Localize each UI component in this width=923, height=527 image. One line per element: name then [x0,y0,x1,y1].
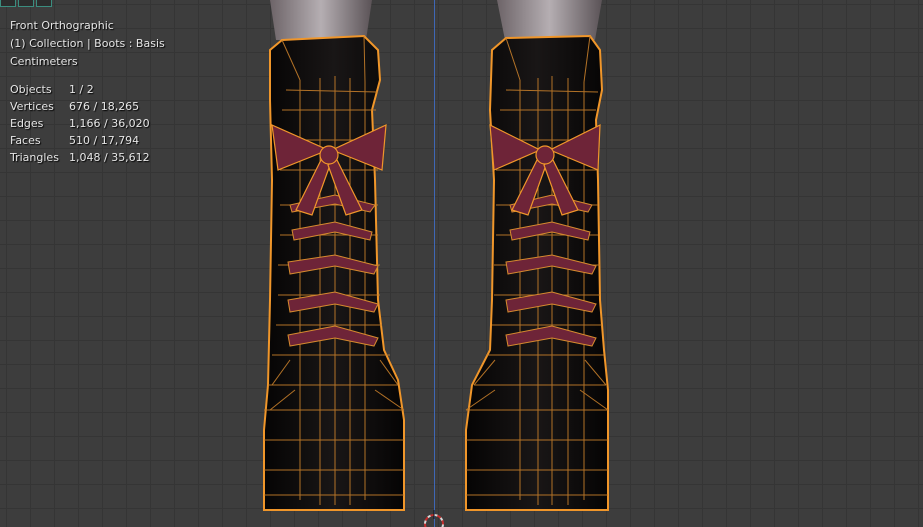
left-boot[interactable] [263,0,405,511]
stat-label: Edges [10,117,44,130]
stat-label: Faces [10,134,41,147]
viewport-text-info: Front Orthographic (1) Collection | Boot… [10,17,165,166]
stat-row: Vertices 676 / 18,265 [10,98,165,115]
stat-label: Triangles [10,151,59,164]
stat-row: Triangles 1,048 / 35,612 [10,149,165,166]
stat-label: Vertices [10,100,54,113]
units-label: Centimeters [10,55,78,68]
stat-value: 1,166 / 36,020 [69,117,150,130]
statistics: Objects 1 / 2 Vertices 676 / 18,265 Edge… [10,81,165,166]
3d-viewport[interactable]: Front Orthographic (1) Collection | Boot… [0,0,923,527]
left-leg [270,0,372,40]
stat-value: 676 / 18,265 [69,100,140,113]
stat-row: Faces 510 / 17,794 [10,132,165,149]
view-title: Front Orthographic [10,19,114,32]
stat-value: 1 / 2 [69,83,94,96]
right-boot[interactable] [465,0,609,511]
stat-value: 510 / 17,794 [69,134,140,147]
stat-row: Objects 1 / 2 [10,81,165,98]
left-boot-body [263,34,405,511]
right-leg [497,0,602,40]
stat-value: 1,048 / 35,612 [69,151,150,164]
3d-cursor-icon[interactable] [424,510,444,527]
stat-row: Edges 1,166 / 36,020 [10,115,165,132]
stat-label: Objects [10,83,52,96]
collection-label: (1) Collection | Boots : Basis [10,37,165,50]
